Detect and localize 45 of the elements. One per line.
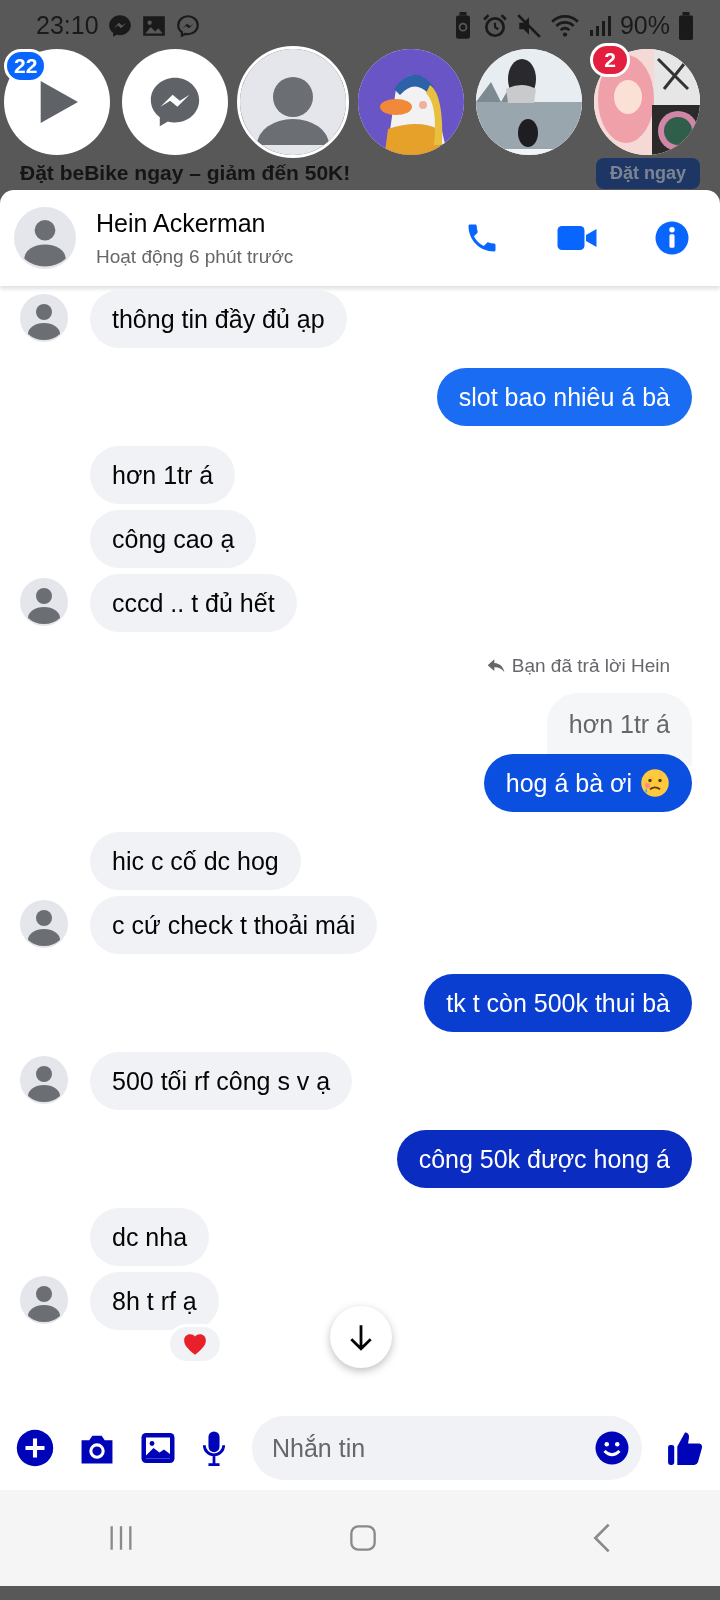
message-input[interactable]: Nhắn tin bbox=[252, 1416, 642, 1480]
signal-icon bbox=[587, 13, 612, 39]
active-status: Hoạt động 6 phút trước bbox=[96, 244, 294, 269]
ad-headline: Đặt beBike ngay – giảm đến 50K! bbox=[20, 160, 351, 187]
avatar-icon bbox=[20, 1275, 68, 1324]
message-bubble: thông tin đầy đủ ạp bbox=[90, 290, 347, 348]
message-text: slot bao nhiêu á bà bbox=[458, 382, 670, 413]
down-arrow-icon bbox=[348, 1323, 374, 1351]
mute-icon bbox=[515, 13, 542, 39]
message-bubble: 500 tối rf công s v ạ bbox=[90, 1051, 353, 1110]
ad-button[interactable]: Đặt ngay bbox=[595, 157, 700, 189]
avatar-icon bbox=[20, 294, 68, 342]
info-icon[interactable] bbox=[654, 220, 690, 256]
message-bubble: hic c cố dc hog bbox=[90, 831, 301, 890]
message-text: hog á bà ơi bbox=[505, 767, 632, 799]
wifi-icon bbox=[549, 13, 580, 39]
status-time: 23:10 bbox=[36, 10, 99, 42]
message-text: tk t còn 500k thui bà bbox=[446, 987, 670, 1019]
image-icon bbox=[140, 13, 167, 39]
message-bubble: dc nha bbox=[90, 1207, 210, 1266]
message-bubble: hơn 1tr á bbox=[90, 446, 236, 504]
avatar-icon bbox=[14, 207, 76, 269]
battery-percent: 90% bbox=[619, 10, 670, 42]
messenger-icon bbox=[174, 13, 201, 39]
messenger-icon bbox=[106, 13, 133, 39]
emoji-icon[interactable] bbox=[594, 1430, 630, 1466]
avatar-icon bbox=[20, 899, 68, 948]
microphone-icon[interactable] bbox=[200, 1430, 228, 1466]
message-bubble: cccd .. t đủ hết bbox=[90, 574, 297, 632]
message-bubble: công cao ạ bbox=[90, 510, 257, 568]
message-text: công 50k được hong á bbox=[418, 1143, 670, 1175]
image-icon[interactable] bbox=[140, 1431, 176, 1465]
home-icon[interactable] bbox=[349, 1524, 377, 1552]
avatar-icon bbox=[20, 578, 68, 626]
battery-icon bbox=[678, 12, 694, 40]
crying-face-icon bbox=[640, 767, 670, 798]
alarm-icon bbox=[481, 13, 508, 39]
avatar-icon bbox=[20, 1055, 68, 1104]
heart-icon bbox=[181, 1331, 208, 1356]
badge-count: 2 bbox=[590, 43, 630, 77]
message-bubble: c cứ check t thoải mái bbox=[90, 895, 378, 954]
plus-icon[interactable] bbox=[16, 1429, 54, 1467]
reply-note: Bạn đã trả lời Hein bbox=[511, 654, 670, 678]
video-chat-head[interactable]: 22 bbox=[4, 49, 110, 155]
contact-name: Hein Ackerman bbox=[96, 208, 267, 239]
